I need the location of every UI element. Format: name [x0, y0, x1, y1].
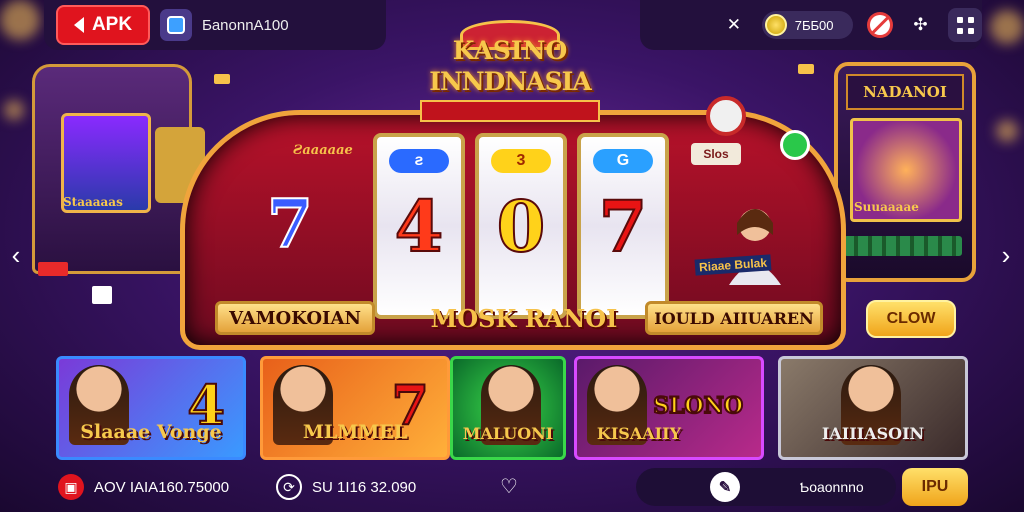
back-arrow-icon: [73, 17, 84, 33]
card-title: Slaaae Vonge: [80, 421, 222, 443]
favorite-icon[interactable]: ♡: [500, 474, 518, 499]
arcade-keys: [844, 236, 962, 256]
floating-card: [798, 64, 814, 74]
promo-pill[interactable]: ✎ Ƅoaonnno: [636, 468, 896, 506]
machine-left-label: Ƨaaaaae: [293, 143, 353, 158]
reel-top-badge: ƨ: [389, 149, 449, 173]
arcade-label: Staaaaas: [63, 195, 123, 209]
deposit-button[interactable]: IPU: [902, 468, 968, 506]
bottom-bar: ▣ AOV IAIA160.75000 ⟳ SU 1I16 32.090 ♡ ✎…: [44, 462, 980, 512]
left-seven-symbol: 7: [266, 184, 314, 264]
app-name: ƂanonnA100: [202, 16, 289, 34]
top-bar-right: ✕ 7ƂƂ00 ✣: [640, 0, 982, 50]
app-icon[interactable]: [160, 9, 192, 41]
game-card[interactable]: SLONO KISAAIIY: [574, 356, 764, 460]
apk-label: APK: [91, 14, 133, 35]
stat-players: ⟳ SU 1I16 32.090: [276, 474, 416, 500]
slot-tag: Slos: [691, 143, 741, 165]
floating-chip: [780, 130, 810, 160]
reel-symbol: 7: [598, 184, 649, 269]
logo-line-2: INNDNASIA: [429, 67, 591, 96]
reel-top-badge: G: [593, 149, 653, 173]
coin-balance-pill[interactable]: 7ƂƂ00: [761, 11, 853, 39]
plate-left: VAMOKOIAN: [215, 301, 375, 335]
bokeh-light: [0, 0, 40, 40]
plate-right: IOULD AIIUAREN: [645, 301, 823, 335]
bokeh-light: [990, 10, 1024, 44]
card-title: MLMMEL: [302, 421, 408, 443]
floating-card: [92, 286, 112, 304]
game-card[interactable]: MALUONI: [450, 356, 566, 460]
bokeh-light: [4, 100, 24, 120]
carousel-next-icon[interactable]: ›: [996, 240, 1016, 271]
game-card[interactable]: 4 Slaaae Vonge: [56, 356, 246, 460]
floating-card: [706, 96, 746, 136]
reel-symbol: 4: [394, 184, 445, 269]
stat-players-value: SU 1I16 32.090: [312, 478, 417, 496]
reel-3: G 7: [577, 133, 669, 319]
arcade-label: Suuaaaae: [854, 200, 919, 214]
game-card[interactable]: 7 MLMMEL: [260, 356, 450, 460]
claim-button[interactable]: CLOW: [866, 300, 956, 338]
stat-jackpot: ▣ AOV IAIA160.75000: [58, 474, 229, 500]
reel-1: ƨ 4: [373, 133, 465, 319]
reel-symbol: 0: [496, 184, 547, 269]
card-symbol: SLONO: [652, 392, 744, 420]
reel-top-badge: 3: [491, 149, 551, 173]
promo-pill-text: Ƅoaonnno: [800, 479, 864, 495]
game-logo: KASINO INNDNASIA: [420, 20, 600, 122]
bokeh-light: [996, 120, 1018, 142]
floating-chip: [38, 262, 68, 276]
logo-line-1: KASINO: [452, 36, 568, 65]
menu-grid-button[interactable]: [948, 8, 982, 42]
coin-icon: [764, 14, 787, 36]
bell-icon[interactable]: ✕: [720, 11, 748, 39]
slot-machine[interactable]: Ƨaaaaae 7 ƨ 4 3 0 G 7 Slos Riaae Bulak V…: [180, 110, 846, 350]
settings-icon[interactable]: ✣: [907, 11, 935, 39]
refresh-icon: ⟳: [276, 474, 302, 500]
game-card-row: 4 Slaaae Vonge 7 MLMMEL MALUONI SLONO KI…: [56, 356, 968, 460]
card-title: IAIIIASOIN: [821, 424, 925, 443]
arcade-marquee: NADANOI: [846, 74, 964, 110]
top-bar-left: APK ƂanonnA100: [44, 0, 386, 50]
left-arcade-machine: Staaaaas: [32, 64, 205, 274]
card-title: KISAAIIY: [596, 424, 682, 443]
card-title: MALUONI: [462, 424, 554, 443]
floating-card: [214, 74, 230, 84]
coin-balance: 7ƂƂ00: [794, 17, 834, 33]
plate-center: MOSK RANOI: [430, 303, 618, 333]
reel-window: ƨ 4 3 0 G 7: [373, 125, 691, 325]
carousel-prev-icon[interactable]: ‹: [6, 240, 26, 271]
right-arcade-machine: NADANOI Suuaaaae: [834, 62, 976, 282]
mute-icon[interactable]: [866, 12, 893, 38]
edit-icon: ✎: [710, 472, 740, 502]
game-card[interactable]: IAIIIASOIN: [778, 356, 968, 460]
apk-download-button[interactable]: APK: [56, 5, 150, 45]
stat-jackpot-value: AOV IAIA160.75000: [94, 478, 230, 496]
logo-ribbon: [420, 100, 600, 122]
flag-icon: ▣: [58, 474, 84, 500]
reel-2: 3 0: [475, 133, 567, 319]
